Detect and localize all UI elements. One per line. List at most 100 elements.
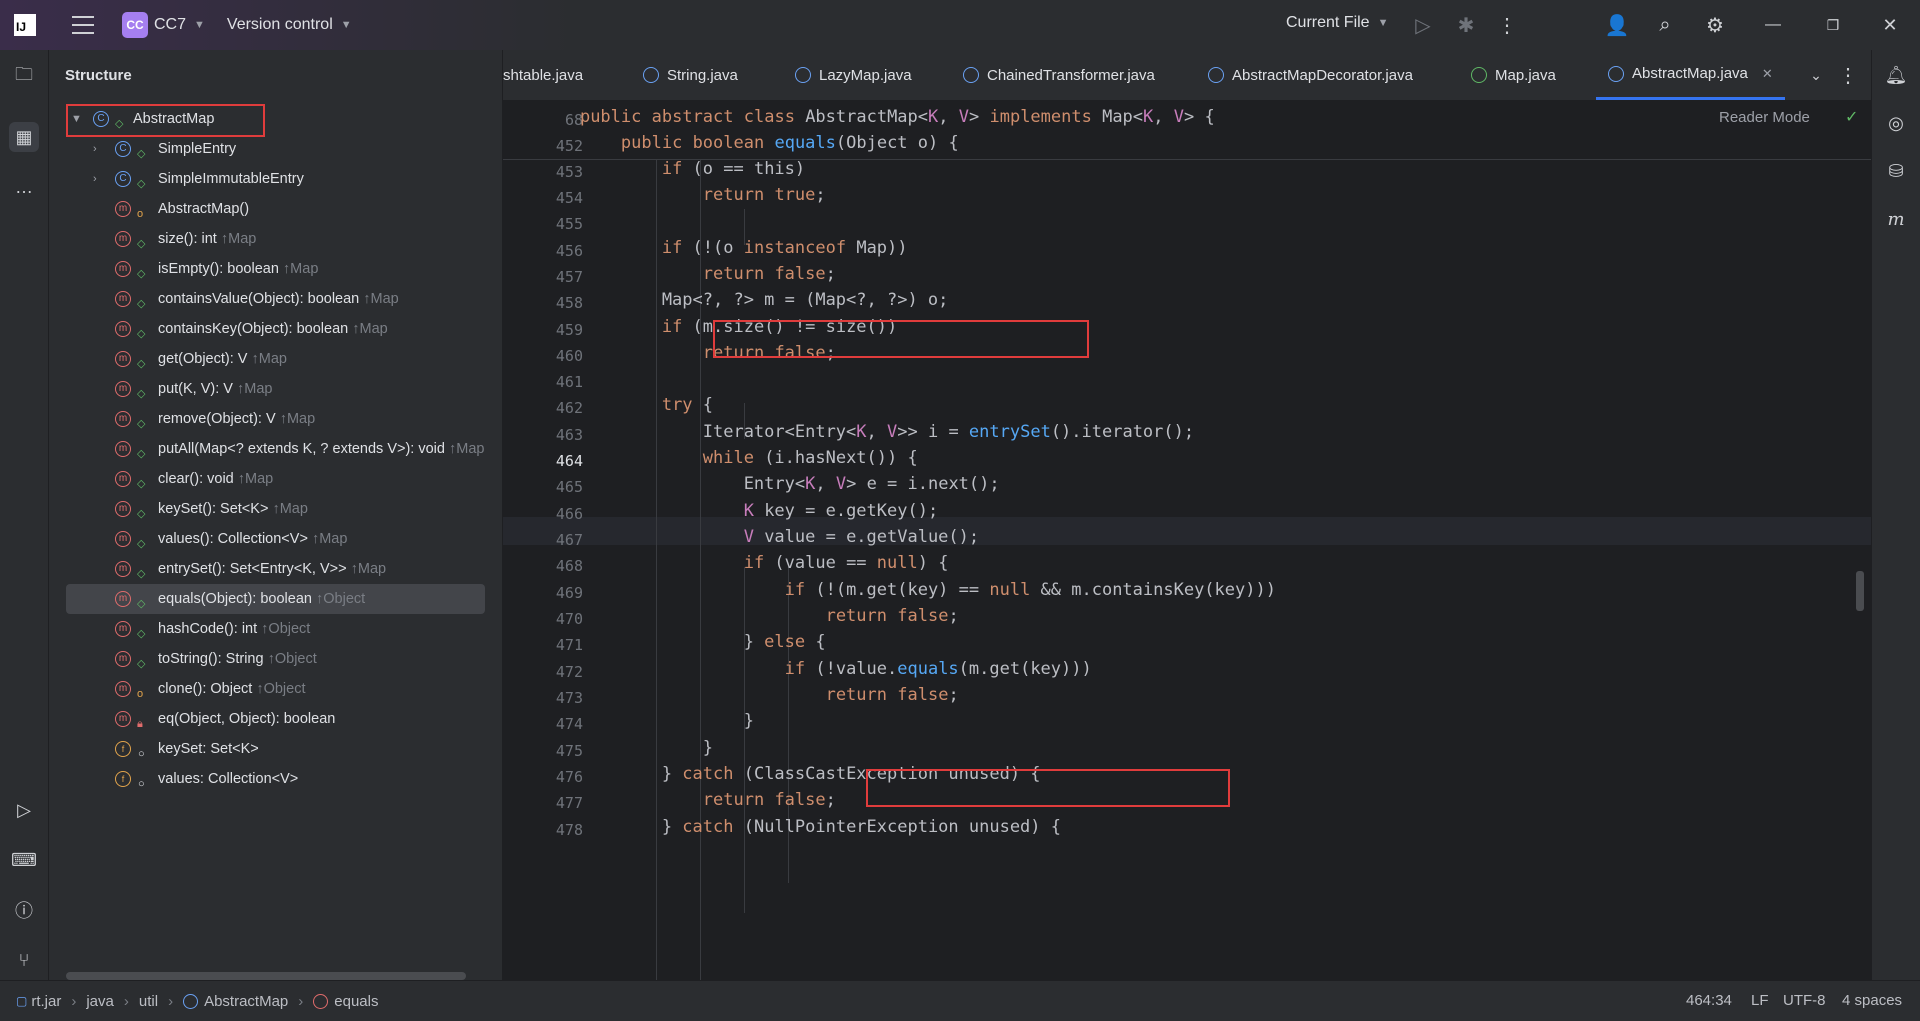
- code-line[interactable]: if (value == null) {: [539, 553, 949, 573]
- code-line[interactable]: V value = e.getValue();: [539, 527, 979, 547]
- structure-icon[interactable]: ▦: [9, 122, 39, 152]
- tree-item-method[interactable]: m ◇ hashCode(): int ↑Object: [49, 614, 502, 644]
- code-line[interactable]: Entry<K, V> e = i.next();: [539, 474, 1000, 494]
- code-line[interactable]: return false;: [539, 606, 959, 626]
- method-icon: m: [115, 501, 131, 517]
- more-tools-icon[interactable]: …: [9, 172, 39, 202]
- intellij-logo-icon[interactable]: IJ: [14, 14, 36, 36]
- tree-item-method[interactable]: m ◇ putAll(Map<? extends K, ? extends V>…: [49, 434, 502, 464]
- services-icon[interactable]: ▷: [9, 795, 39, 825]
- tree-item-label: size(): int: [158, 231, 217, 247]
- close-icon[interactable]: ✕: [1762, 66, 1773, 82]
- tree-item-method[interactable]: m ◇ containsValue(Object): boolean ↑Map: [49, 284, 502, 314]
- ai-assistant-icon[interactable]: ◎: [1881, 108, 1911, 138]
- vcs-selector[interactable]: Version control ▼: [227, 16, 352, 34]
- horizontal-scrollbar[interactable]: [66, 972, 466, 980]
- search-icon[interactable]: ⌕: [1652, 12, 1678, 38]
- add-user-icon[interactable]: 👤: [1604, 12, 1630, 38]
- project-selector[interactable]: CC7 ▼: [154, 16, 205, 34]
- tree-item-method[interactable]: m ◇ toString(): String ↑Object: [49, 644, 502, 674]
- file-encoding[interactable]: UTF-8: [1783, 992, 1826, 1009]
- tree-item-method[interactable]: m ◇ keySet(): Set<K> ↑Map: [49, 494, 502, 524]
- tree-item-method[interactable]: m ◇ size(): int ↑Map: [49, 224, 502, 254]
- tree-item-method[interactable]: m ◇ containsKey(Object): boolean ↑Map: [49, 314, 502, 344]
- breadcrumb-item[interactable]: equals: [334, 993, 378, 1010]
- code-line[interactable]: if (!value.equals(m.get(key))): [539, 659, 1092, 679]
- more-actions-icon[interactable]: ⋮: [1494, 12, 1520, 38]
- tree-item-method-selected[interactable]: m ◇ equals(Object): boolean ↑Object: [66, 584, 485, 614]
- tab-lazymap[interactable]: LazyMap.java: [795, 50, 912, 100]
- vertical-scrollbar[interactable]: [1856, 571, 1864, 611]
- tab-string[interactable]: String.java: [643, 50, 738, 100]
- tree-item-label: containsKey(Object): boolean: [158, 321, 349, 337]
- main-menu-icon[interactable]: [72, 16, 94, 34]
- tree-item-method[interactable]: m ◇ clear(): void ↑Map: [49, 464, 502, 494]
- run-icon[interactable]: ▷: [1410, 12, 1436, 38]
- code-line[interactable]: return false;: [539, 685, 959, 705]
- tab-hashtable[interactable]: shtable.java: [503, 50, 583, 100]
- chevron-right-icon[interactable]: ›: [93, 164, 97, 194]
- code-line[interactable]: while (i.hasNext()) {: [539, 448, 918, 468]
- code-line[interactable]: Iterator<Entry<K, V>> i = entrySet().ite…: [539, 422, 1194, 442]
- breadcrumb-item[interactable]: util: [139, 993, 158, 1010]
- check-icon: ✓: [1845, 109, 1859, 126]
- code-line[interactable]: }: [539, 711, 754, 731]
- minimize-icon[interactable]: —: [1760, 12, 1786, 38]
- breadcrumb-item[interactable]: java: [86, 993, 114, 1010]
- tree-item-method[interactable]: m ◇ values(): Collection<V> ↑Map: [49, 524, 502, 554]
- code-line[interactable]: K key = e.getKey();: [539, 501, 938, 521]
- tab-abstractmap[interactable]: AbstractMap.java ✕: [1596, 50, 1785, 100]
- run-config-selector[interactable]: Current File ▼: [1286, 14, 1388, 32]
- git-icon[interactable]: ⑂: [9, 945, 39, 975]
- code-line[interactable]: } else {: [539, 632, 826, 652]
- maximize-icon[interactable]: ❐: [1820, 12, 1846, 38]
- project-badge[interactable]: CC: [122, 12, 148, 38]
- tree-item-method[interactable]: m ◇ remove(Object): V ↑Map: [49, 404, 502, 434]
- tree-item-method[interactable]: m ◇ entrySet(): Set<Entry<K, V>> ↑Map: [49, 554, 502, 584]
- code-line[interactable]: return false;: [539, 790, 836, 810]
- problems-icon[interactable]: ⓘ: [9, 895, 39, 925]
- code-line[interactable]: Map<?, ?> m = (Map<?, ?>) o;: [539, 290, 949, 310]
- code-line[interactable]: return true;: [539, 185, 826, 205]
- folder-icon[interactable]: 🗀: [9, 62, 39, 92]
- chevron-down-icon: ▼: [340, 19, 352, 31]
- code-line[interactable]: if (!(o instanceof Map)): [539, 238, 908, 258]
- database-icon[interactable]: ⛁: [1881, 156, 1911, 186]
- line-separator[interactable]: LF: [1751, 992, 1769, 1009]
- tab-abstractmapdecorator[interactable]: AbstractMapDecorator.java: [1208, 50, 1413, 100]
- chevron-right-icon[interactable]: ›: [93, 134, 97, 164]
- debug-icon[interactable]: ✱: [1453, 12, 1479, 38]
- chevron-down-icon[interactable]: ⌄: [1803, 62, 1829, 88]
- chevron-right-icon: ›: [71, 992, 77, 1010]
- maven-icon[interactable]: m: [1881, 204, 1911, 234]
- more-actions-icon[interactable]: ⋮: [1835, 62, 1861, 88]
- tree-item-method[interactable]: m ◇ put(K, V): V ↑Map: [49, 374, 502, 404]
- tree-item-simpleentry[interactable]: › C ◇ SimpleEntry: [49, 134, 502, 164]
- code-line[interactable]: try {: [539, 395, 713, 415]
- tree-item-method[interactable]: m 🔒︎ eq(Object, Object): boolean: [49, 704, 502, 734]
- tab-chainedtransformer[interactable]: ChainedTransformer.java: [963, 50, 1155, 100]
- indent-setting[interactable]: 4 spaces: [1842, 992, 1902, 1009]
- reader-mode-label[interactable]: Reader Mode: [1719, 109, 1810, 126]
- notifications-icon[interactable]: 🔔︎: [1881, 60, 1911, 90]
- tree-item-field[interactable]: f ○ keySet: Set<K>: [49, 734, 502, 764]
- tab-map[interactable]: Map.java: [1471, 50, 1556, 100]
- tree-item-method[interactable]: m ◇ get(Object): V ↑Map: [49, 344, 502, 374]
- terminal-icon[interactable]: ⌨: [9, 845, 39, 875]
- cursor-position[interactable]: 464:34: [1686, 992, 1732, 1009]
- tree-item-field[interactable]: f ○ values: Collection<V>: [49, 764, 502, 794]
- breadcrumb-item[interactable]: AbstractMap: [204, 993, 288, 1010]
- code-line[interactable]: if (o == this): [539, 159, 805, 179]
- close-icon[interactable]: ✕: [1877, 12, 1903, 38]
- code-line[interactable]: } catch (NullPointerException unused) {: [539, 817, 1061, 837]
- tree-item-method[interactable]: m ◇ isEmpty(): boolean ↑Map: [49, 254, 502, 284]
- breadcrumb-item[interactable]: rt.jar: [31, 993, 61, 1010]
- gear-icon[interactable]: ⚙: [1702, 12, 1728, 38]
- tree-item-method[interactable]: m o AbstractMap(): [49, 194, 502, 224]
- code-editor[interactable]: 68 public abstract class AbstractMap<K, …: [503, 101, 1872, 980]
- tree-item-simpleimmutableentry[interactable]: › C ◇ SimpleImmutableEntry: [49, 164, 502, 194]
- code-line[interactable]: }: [539, 738, 713, 758]
- code-line[interactable]: return false;: [539, 264, 836, 284]
- tree-item-method[interactable]: m o clone(): Object ↑Object: [49, 674, 502, 704]
- code-line[interactable]: if (!(m.get(key) == null && m.containsKe…: [539, 580, 1276, 600]
